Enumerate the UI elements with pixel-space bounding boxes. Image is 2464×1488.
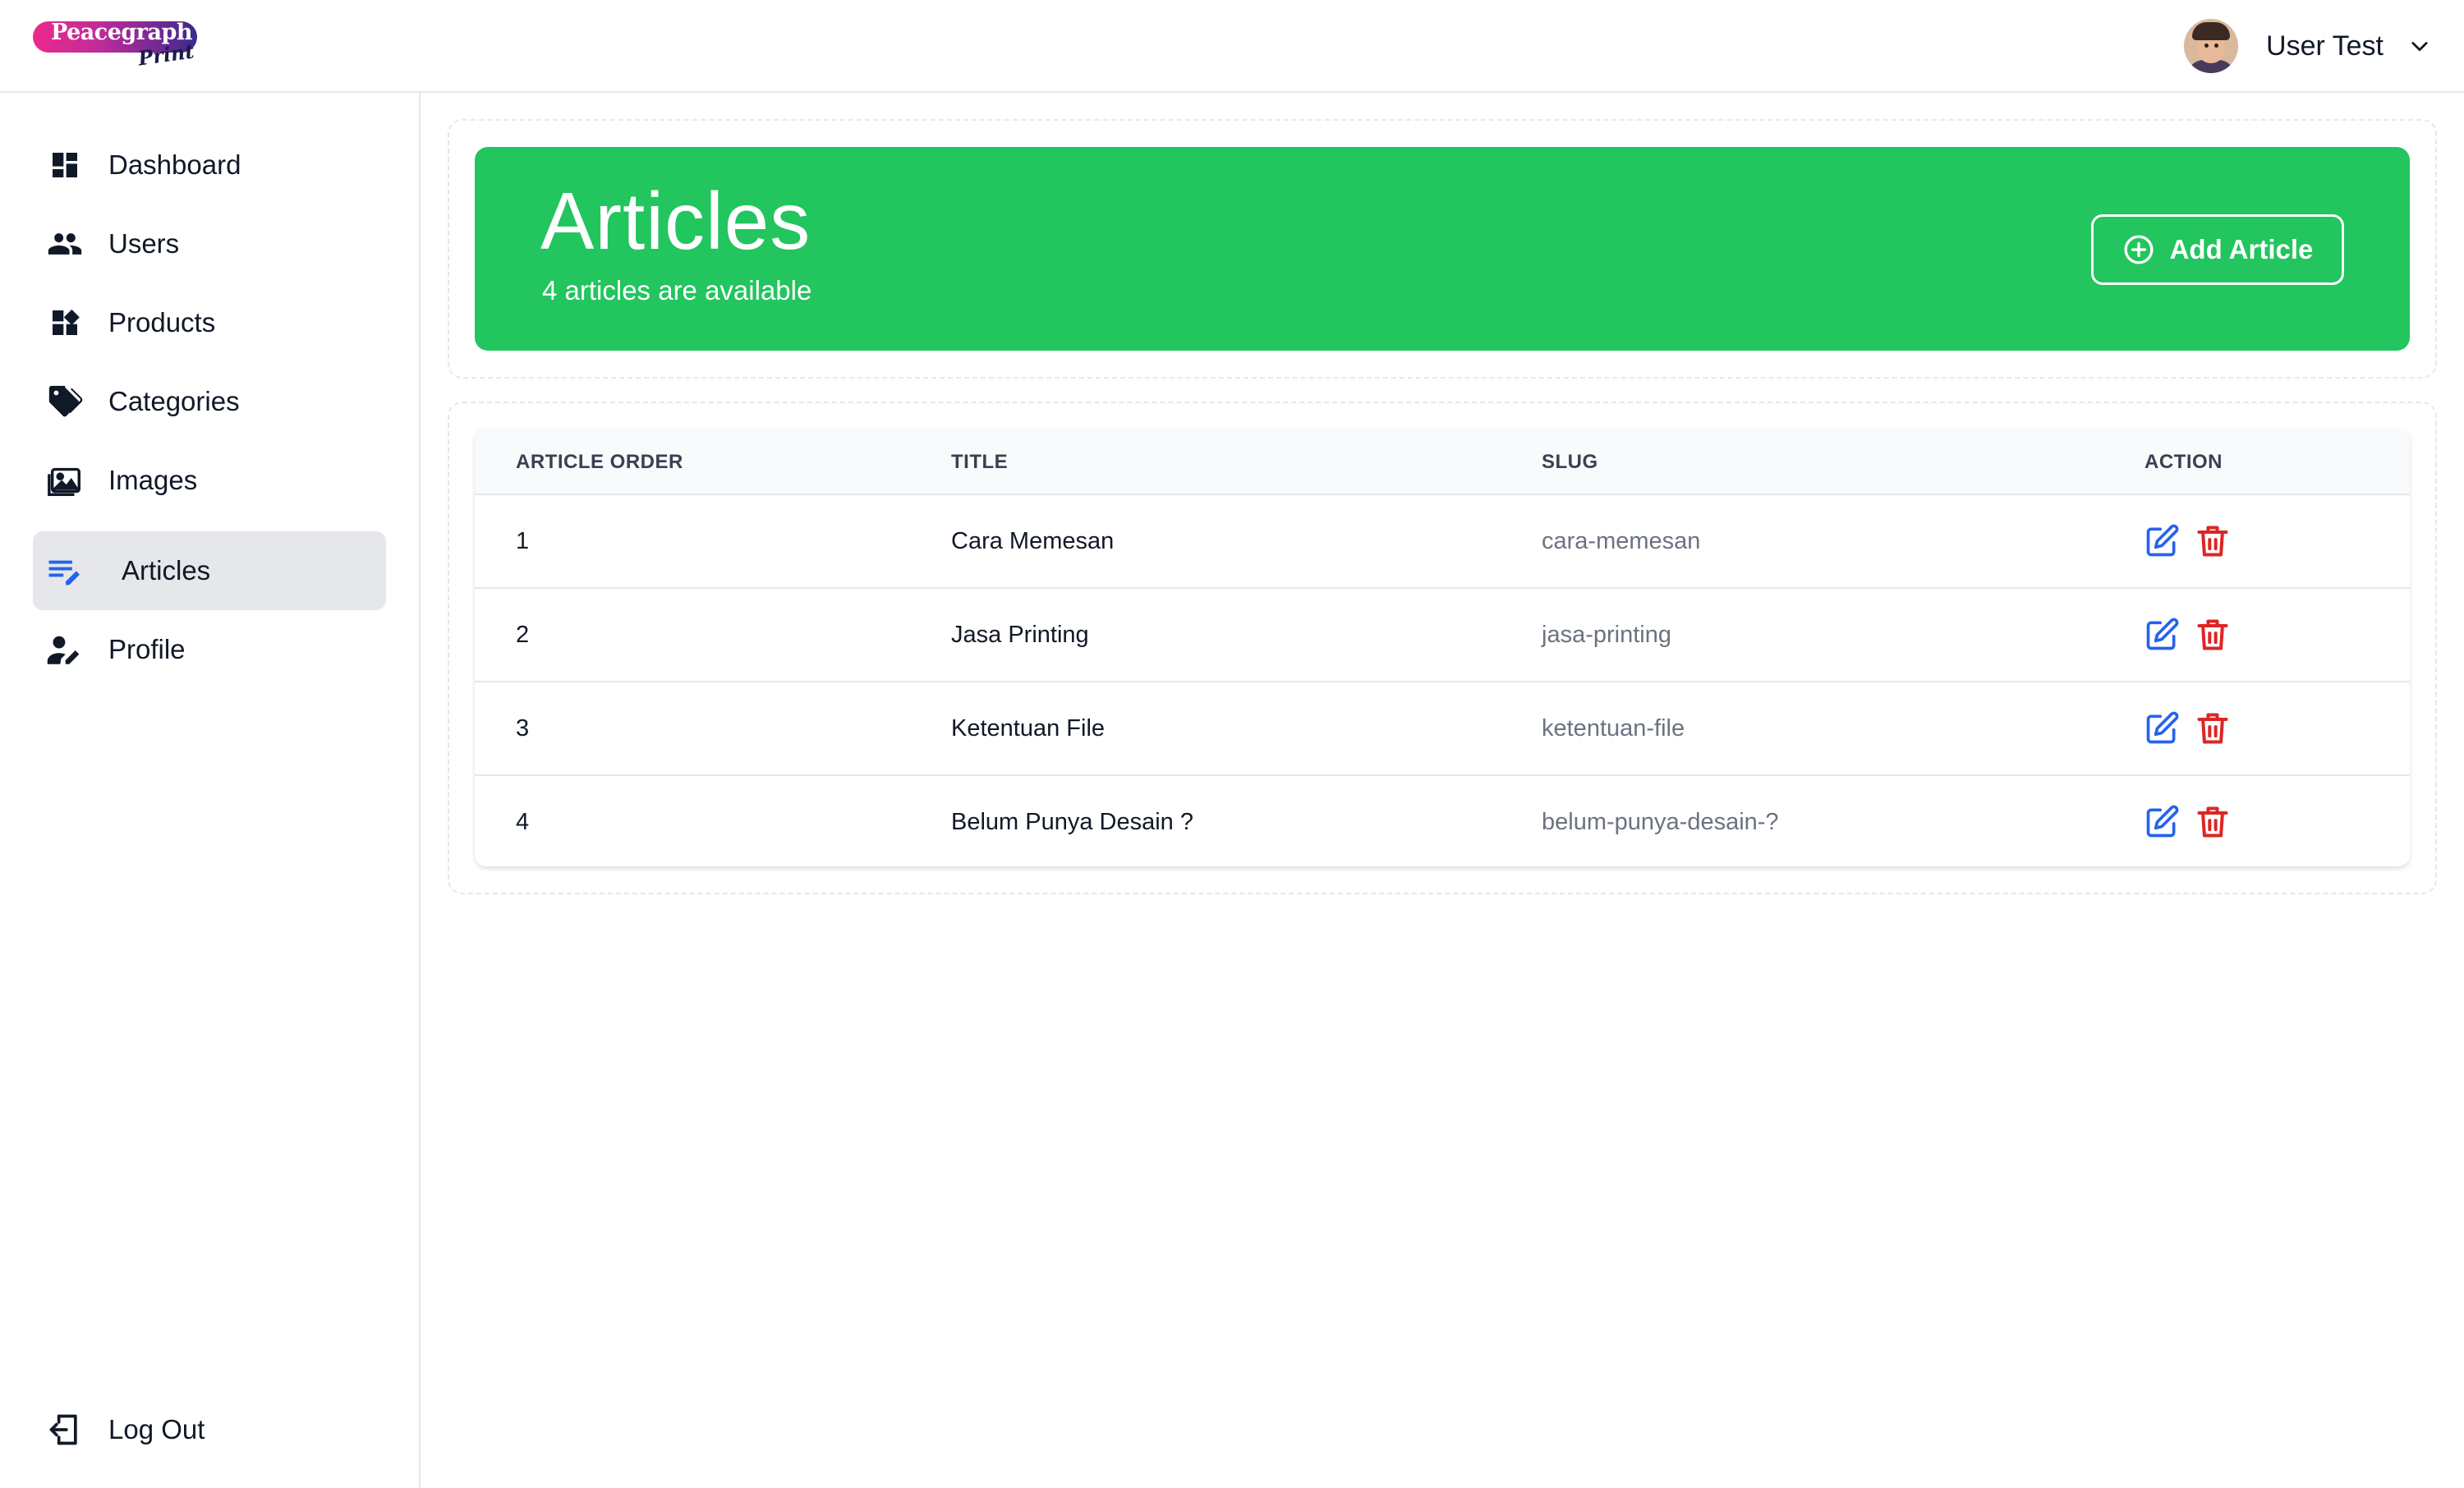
article-title: Belum Punya Desain ?	[951, 809, 1193, 835]
images-icon	[46, 462, 84, 499]
article-title: Ketentuan File	[951, 715, 1106, 742]
sidebar-item-images[interactable]: Images	[33, 441, 386, 520]
tags-icon	[46, 383, 84, 420]
edit-icon[interactable]	[2144, 804, 2180, 840]
article-order: 1	[516, 528, 530, 554]
avatar[interactable]	[2184, 19, 2239, 73]
article-order: 4	[516, 809, 530, 835]
edit-icon[interactable]	[2144, 710, 2180, 746]
logout-icon	[46, 1411, 84, 1449]
sidebar-item-label: Articles	[122, 555, 211, 586]
article-slug: jasa-printing	[1542, 622, 1671, 648]
sidebar-item-label: Profile	[108, 634, 186, 664]
logout-label: Log Out	[108, 1414, 205, 1444]
sidebar-item-articles[interactable]: Articles	[33, 531, 386, 610]
plus-circle-icon	[2124, 235, 2154, 264]
brand-logo[interactable]: Peacegraph Print	[33, 18, 201, 72]
logout-button[interactable]: Log Out	[33, 1390, 386, 1469]
trash-icon[interactable]	[2195, 710, 2231, 746]
user-name[interactable]: User Test	[2266, 30, 2384, 62]
sidebar-item-categories[interactable]: Categories	[33, 362, 386, 441]
products-icon	[46, 304, 84, 342]
column-header-title: TITLE	[951, 451, 1009, 473]
articles-icon	[46, 552, 84, 590]
profile-edit-icon	[46, 631, 84, 668]
sidebar-item-label: Images	[108, 465, 198, 495]
edit-icon[interactable]	[2144, 523, 2180, 559]
sidebar-item-label: Categories	[108, 386, 240, 416]
sidebar-item-users[interactable]: Users	[33, 204, 386, 283]
table-row: 3 Ketentuan File ketentuan-file	[475, 681, 2410, 774]
article-title: Cara Memesan	[951, 528, 1115, 554]
page-header-banner: Articles 4 articles are available Add Ar…	[475, 147, 2410, 351]
sidebar-item-label: Dashboard	[108, 149, 241, 180]
table-row: 4 Belum Punya Desain ? belum-punya-desai…	[475, 774, 2410, 866]
article-slug: cara-memesan	[1542, 528, 1701, 554]
article-order: 2	[516, 622, 530, 648]
trash-icon[interactable]	[2195, 523, 2231, 559]
trash-icon[interactable]	[2195, 804, 2231, 840]
sidebar-item-profile[interactable]: Profile	[33, 610, 386, 689]
chevron-down-icon[interactable]	[2408, 34, 2431, 57]
article-slug: ketentuan-file	[1542, 715, 1685, 742]
dashboard-icon	[46, 146, 84, 184]
column-header-action: ACTION	[2145, 451, 2223, 473]
add-article-label: Add Article	[2169, 234, 2314, 264]
user-menu[interactable]: User Test	[2184, 18, 2431, 74]
sidebar-item-dashboard[interactable]: Dashboard	[33, 126, 386, 204]
sidebar-item-products[interactable]: Products	[33, 283, 386, 362]
article-title: Jasa Printing	[951, 622, 1089, 648]
column-header-slug: SLUG	[1542, 451, 1598, 473]
users-icon	[46, 225, 84, 263]
add-article-button[interactable]: Add Article	[2091, 214, 2344, 285]
table-header: ARTICLE ORDER TITLE SLUG ACTION	[475, 428, 2410, 494]
column-header-order: ARTICLE ORDER	[516, 451, 683, 473]
article-slug: belum-punya-desain-?	[1542, 809, 1779, 835]
article-order: 3	[516, 715, 530, 742]
edit-icon[interactable]	[2144, 617, 2180, 653]
page-title: Articles	[540, 176, 811, 266]
sidebar: Dashboard Users Products Categories Imag…	[0, 93, 421, 1488]
page-subtitle: 4 articles are available	[542, 275, 812, 305]
trash-icon[interactable]	[2195, 617, 2231, 653]
sidebar-item-label: Users	[108, 228, 180, 259]
articles-table: ARTICLE ORDER TITLE SLUG ACTION 1 Cara M…	[475, 428, 2410, 866]
top-bar: Peacegraph Print User Test	[0, 0, 2464, 93]
sidebar-item-label: Products	[108, 307, 216, 338]
table-row: 1 Cara Memesan cara-memesan	[475, 494, 2410, 587]
table-row: 2 Jasa Printing jasa-printing	[475, 587, 2410, 681]
